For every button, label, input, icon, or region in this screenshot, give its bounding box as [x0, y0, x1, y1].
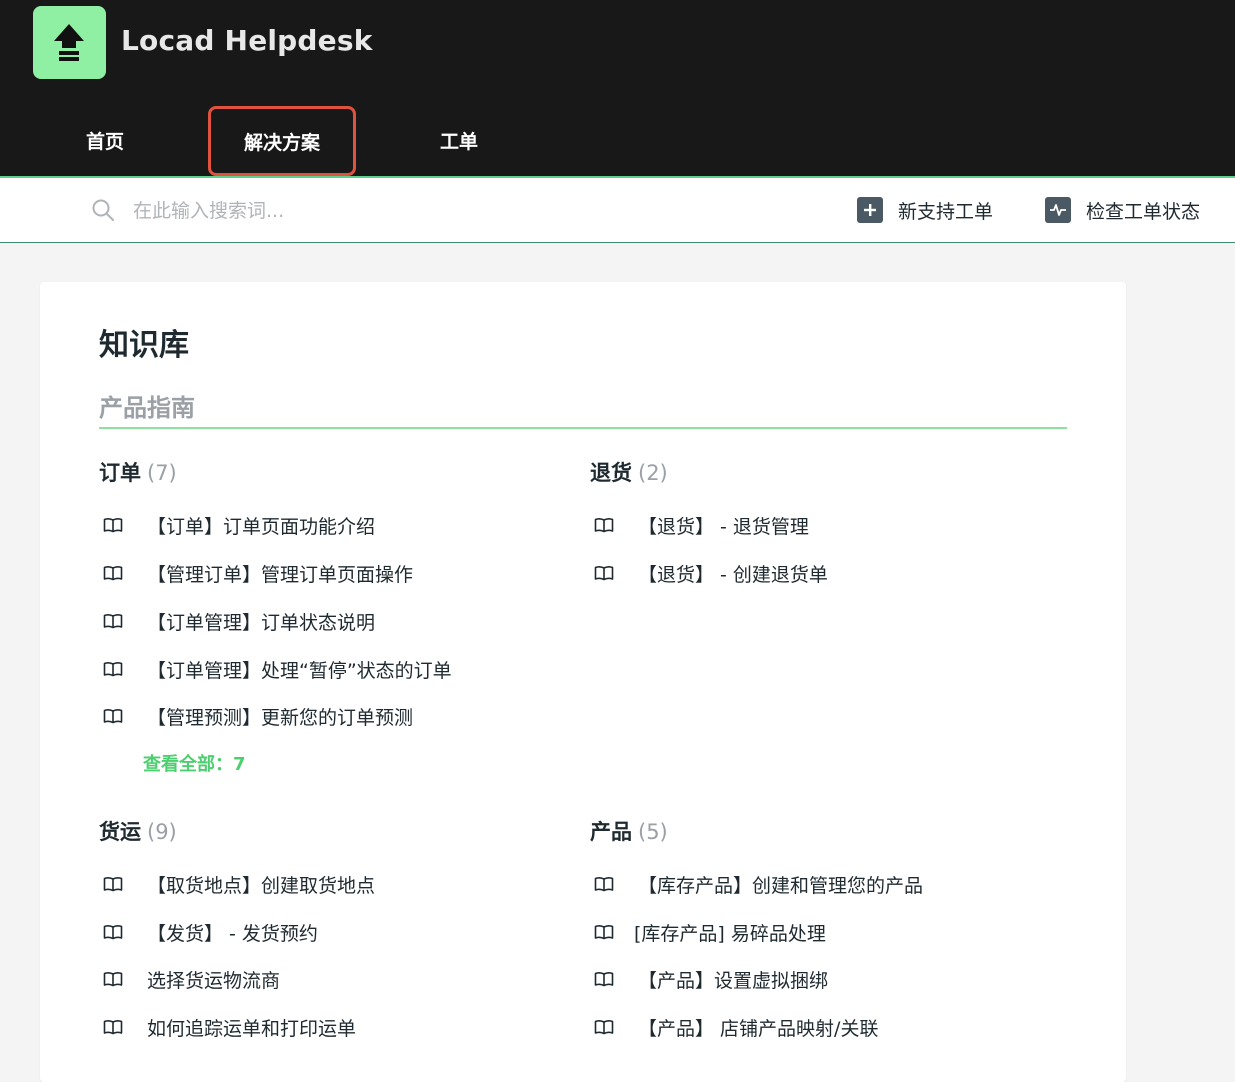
article-label: 【取货地点】创建取货地点: [147, 874, 376, 897]
nav-solutions-label: 解决方案: [243, 131, 320, 154]
article-link[interactable]: 【退货】 - 退货管理: [590, 511, 809, 539]
book-icon: [103, 566, 123, 581]
article-label: 如何追踪运单和打印运单: [147, 1017, 357, 1040]
article-link[interactable]: 【取货地点】创建取货地点: [99, 870, 375, 898]
search-input[interactable]: [133, 196, 633, 226]
category-count: (9): [147, 820, 177, 844]
book-icon: [103, 662, 123, 677]
new-ticket-button[interactable]: 新支持工单: [857, 195, 993, 225]
section-divider: [99, 427, 1067, 429]
category-title[interactable]: 货运 (9): [99, 817, 559, 847]
article-link[interactable]: [库存产品] 易碎品处理: [590, 918, 826, 946]
article-label: 【库存产品】创建和管理您的产品: [638, 874, 924, 897]
check-ticket-status-label: 检查工单状态: [1086, 200, 1201, 223]
nav-home[interactable]: 首页: [86, 127, 124, 157]
category-products: 产品 (5) 【库存产品】创建和管理您的产品 [库存产品] 易碎品处理 【产品】设…: [590, 817, 1070, 1047]
category-title[interactable]: 订单 (7): [99, 458, 559, 488]
article-link[interactable]: 选择货运物流商: [99, 965, 280, 993]
search-bar: 新支持工单 检查工单状态: [0, 176, 1235, 243]
book-icon: [594, 877, 614, 892]
category-name: 退货: [590, 461, 632, 485]
category-name: 产品: [590, 820, 632, 844]
book-icon: [103, 518, 123, 533]
article-label: 【订单】订单页面功能介绍: [147, 515, 376, 538]
category-orders: 订单 (7) 【订单】订单页面功能介绍 【管理订单】管理订单页面操作 【订单管理】…: [99, 458, 559, 778]
activity-icon: [1045, 197, 1071, 223]
article-label: 【订单管理】处理“暂停”状态的订单: [147, 659, 452, 682]
top-navigation-bar: Locad Helpdesk 首页 解决方案 工单: [0, 0, 1235, 176]
book-icon: [594, 518, 614, 533]
book-icon: [594, 972, 614, 987]
category-title[interactable]: 产品 (5): [590, 817, 1070, 847]
view-all-link[interactable]: 查看全部：7: [143, 750, 246, 776]
book-icon: [103, 1020, 123, 1035]
article-link[interactable]: 如何追踪运单和打印运单: [99, 1013, 356, 1041]
article-label: 选择货运物流商: [147, 969, 281, 992]
article-label: 【管理预测】更新您的订单预测: [147, 706, 414, 729]
book-icon: [594, 925, 614, 940]
category-name: 订单: [99, 461, 141, 485]
article-label: 【退货】 - 退货管理: [638, 515, 809, 538]
category-shipping: 货运 (9) 【取货地点】创建取货地点 【发货】 - 发货预约 选择货运物流商 如…: [99, 817, 559, 1047]
nav-tickets[interactable]: 工单: [440, 127, 478, 157]
article-label: 【订单管理】订单状态说明: [147, 611, 376, 634]
plus-square-icon: [857, 197, 883, 223]
book-icon: [103, 972, 123, 987]
article-label: 【管理订单】管理订单页面操作: [147, 563, 414, 586]
article-link[interactable]: 【退货】 - 创建退货单: [590, 559, 828, 587]
article-link[interactable]: 【产品】 店铺产品映射/关联: [590, 1013, 878, 1041]
article-label: 【退货】 - 创建退货单: [638, 563, 828, 586]
new-ticket-label: 新支持工单: [898, 200, 994, 223]
book-icon: [594, 1020, 614, 1035]
nav-solutions-active[interactable]: 解决方案: [208, 106, 356, 176]
article-label: 【发货】 - 发货预约: [147, 922, 318, 945]
article-label: 【产品】 店铺产品映射/关联: [638, 1017, 879, 1040]
book-icon: [103, 709, 123, 724]
article-link[interactable]: 【订单】订单页面功能介绍: [99, 511, 375, 539]
article-label: [库存产品] 易碎品处理: [634, 922, 826, 945]
section-title: 产品指南: [99, 394, 195, 422]
upload-arrow-icon: [54, 24, 84, 61]
category-title[interactable]: 退货 (2): [590, 458, 1070, 488]
book-icon: [594, 566, 614, 581]
search-icon: [92, 199, 114, 221]
category-count: (5): [638, 820, 668, 844]
category-name: 货运: [99, 820, 141, 844]
book-icon: [103, 925, 123, 940]
knowledge-base-card: 知识库 产品指南 订单 (7) 【订单】订单页面功能介绍 【管理订单】管理订单页面…: [40, 282, 1126, 1082]
article-link[interactable]: 【产品】设置虚拟捆绑: [590, 965, 828, 993]
article-label: 【产品】设置虚拟捆绑: [638, 969, 829, 992]
category-count: (7): [147, 461, 177, 485]
brand-name: Locad Helpdesk: [121, 24, 373, 57]
category-returns: 退货 (2) 【退货】 - 退货管理 【退货】 - 创建退货单: [590, 458, 1070, 598]
book-icon: [103, 614, 123, 629]
article-link[interactable]: 【管理预测】更新您的订单预测: [99, 702, 413, 730]
book-icon: [103, 877, 123, 892]
article-link[interactable]: 【管理订单】管理订单页面操作: [99, 559, 413, 587]
logo[interactable]: [33, 6, 106, 79]
page-title: 知识库: [99, 328, 189, 363]
article-link[interactable]: 【库存产品】创建和管理您的产品: [590, 870, 923, 898]
article-link[interactable]: 【订单管理】处理“暂停”状态的订单: [99, 655, 452, 683]
article-link[interactable]: 【订单管理】订单状态说明: [99, 607, 375, 635]
article-link[interactable]: 【发货】 - 发货预约: [99, 918, 318, 946]
category-count: (2): [638, 461, 668, 485]
check-ticket-status-button[interactable]: 检查工单状态: [1045, 195, 1200, 225]
